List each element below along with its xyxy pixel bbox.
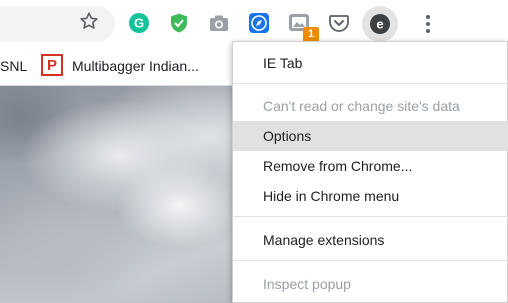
- bookmark-snl[interactable]: SNL: [0, 58, 27, 74]
- bookmark-favicon-p-icon: P: [41, 54, 63, 76]
- compass-icon[interactable]: [248, 12, 270, 34]
- shield-check-icon[interactable]: [168, 12, 190, 34]
- bookmark-multibagger[interactable]: Multibagger Indian...: [72, 58, 199, 74]
- menu-separator: [233, 83, 508, 84]
- extension-context-menu: IE Tab Can't read or change site's data …: [232, 41, 508, 303]
- ie-tab-extension-button[interactable]: e: [362, 6, 398, 42]
- chrome-menu-icon[interactable]: [418, 12, 438, 36]
- menu-item-site-data: Can't read or change site's data: [263, 98, 460, 114]
- menu-separator: [233, 260, 508, 261]
- menu-separator: [233, 216, 508, 217]
- bookmark-star-icon[interactable]: [78, 10, 100, 32]
- ie-tab-icon: e: [370, 14, 390, 34]
- svg-text:G: G: [134, 16, 144, 31]
- menu-item-inspect-popup: Inspect popup: [263, 276, 351, 292]
- svg-text:e: e: [376, 17, 383, 32]
- camera-icon[interactable]: [208, 12, 230, 34]
- notification-badge: 1: [303, 27, 319, 42]
- pocket-icon[interactable]: [328, 12, 350, 34]
- menu-item-ie-tab[interactable]: IE Tab: [233, 48, 508, 78]
- menu-item-hide[interactable]: Hide in Chrome menu: [233, 181, 508, 211]
- menu-item-manage-extensions[interactable]: Manage extensions: [233, 225, 508, 255]
- menu-item-options[interactable]: Options: [233, 121, 508, 151]
- menu-item-remove[interactable]: Remove from Chrome...: [233, 151, 508, 181]
- grammarly-icon[interactable]: G: [128, 12, 150, 34]
